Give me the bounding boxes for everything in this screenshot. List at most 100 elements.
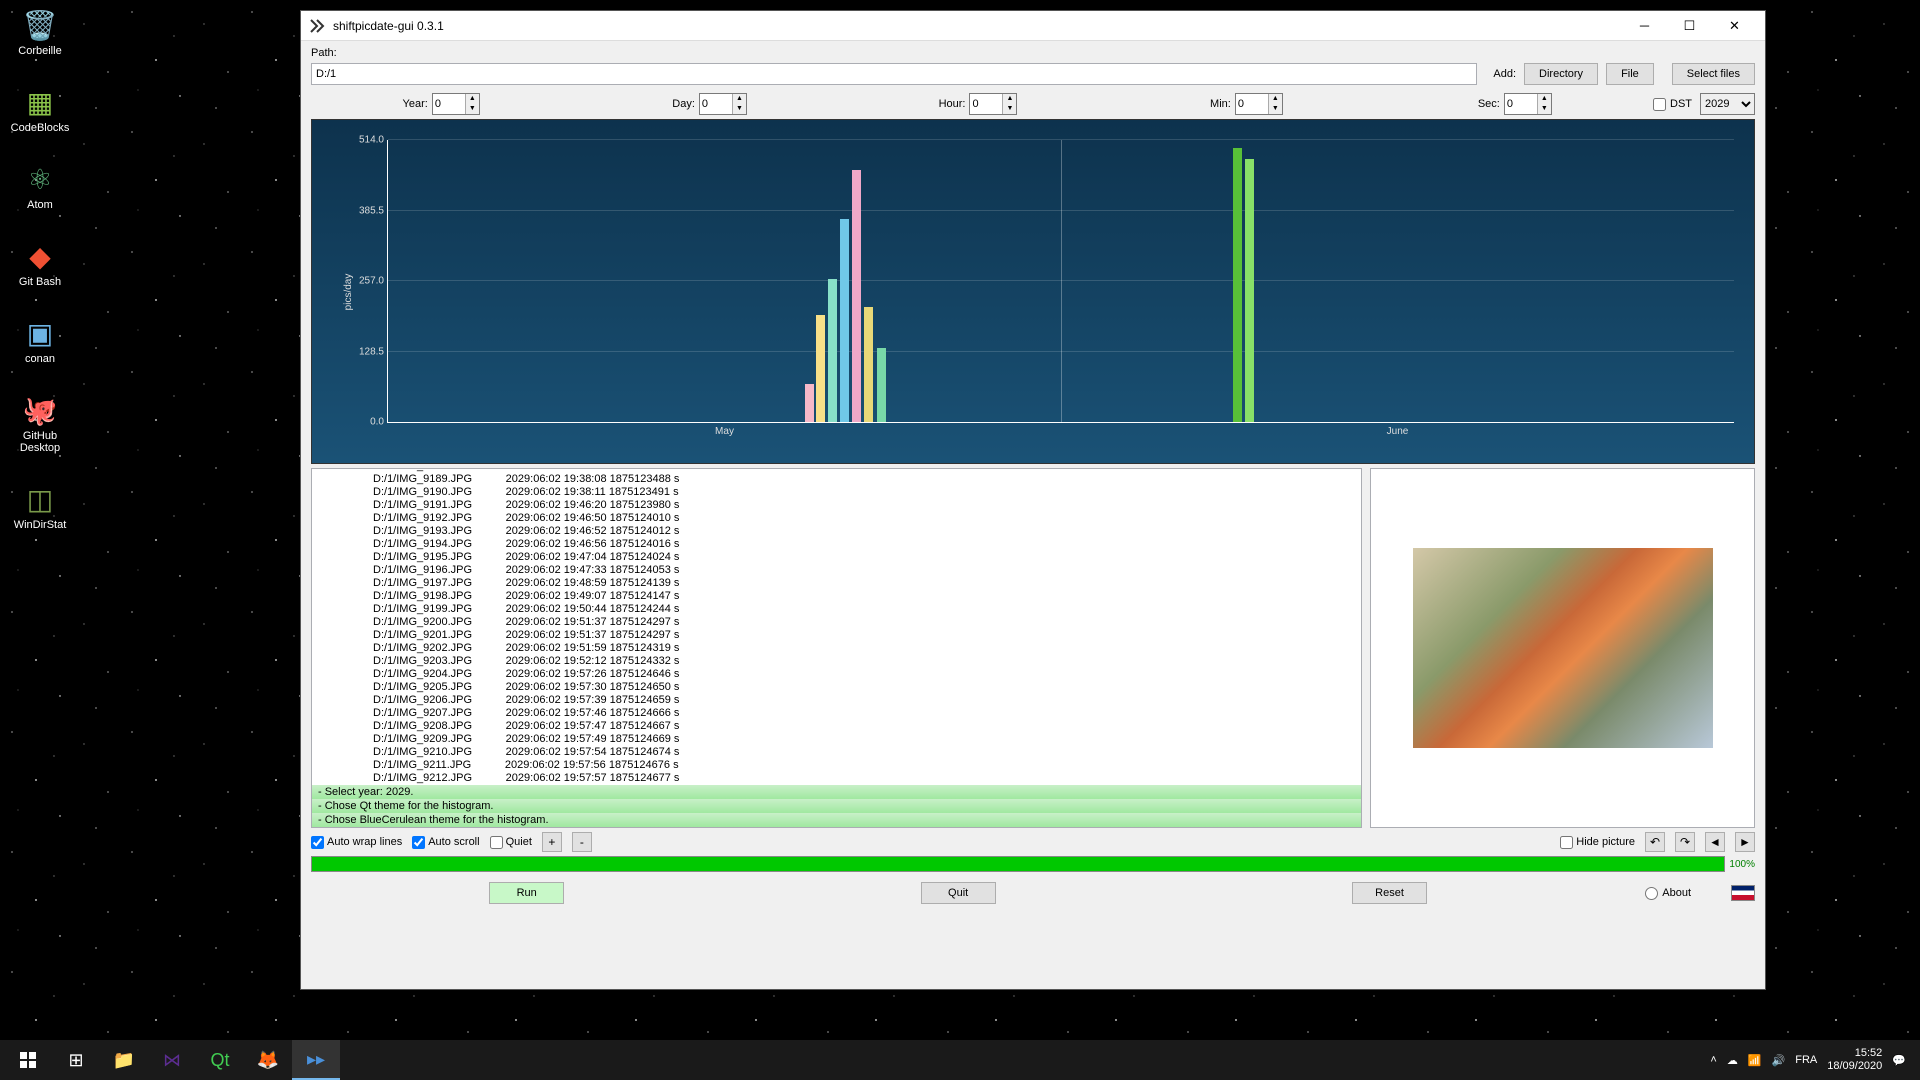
windirstat-icon: ◫ <box>20 479 60 519</box>
reset-button[interactable]: Reset <box>1352 882 1427 904</box>
minimize-button[interactable]: ─ <box>1622 11 1667 41</box>
auto-scroll-checkbox[interactable] <box>412 836 425 849</box>
preview-image <box>1413 548 1713 748</box>
file-button[interactable]: File <box>1606 63 1654 85</box>
min-label: Min: <box>1210 98 1231 110</box>
log-line: D:/1/IMG_9195.JPG 2029:06:02 19:47:04 18… <box>312 551 1361 564</box>
chart-bar <box>828 279 837 422</box>
window-title: shiftpicdate-gui 0.3.1 <box>333 19 1622 33</box>
codeblocks-icon: ▦ <box>20 82 60 122</box>
chart-bar <box>877 348 886 422</box>
next-image-button[interactable]: ► <box>1735 832 1755 852</box>
gitbash-icon: ◆ <box>20 236 60 276</box>
zoom-in-button[interactable]: + <box>542 832 562 852</box>
start-button[interactable] <box>4 1040 52 1080</box>
progress-percent: 100% <box>1729 859 1755 870</box>
log-line: D:/1/IMG_9209.JPG 2029:06:02 19:57:49 18… <box>312 733 1361 746</box>
desktop-icon-conan[interactable]: ▣conan <box>5 313 75 365</box>
day-spinner[interactable]: ▲▼ <box>699 93 747 115</box>
about-radio[interactable] <box>1645 887 1658 900</box>
close-button[interactable]: ✕ <box>1712 11 1757 41</box>
year-spinner[interactable]: ▲▼ <box>432 93 480 115</box>
year-select[interactable]: 2029 <box>1700 93 1755 115</box>
tray-wifi-icon[interactable]: 📶 <box>1748 1054 1762 1067</box>
desktop-icon-gitbash[interactable]: ◆Git Bash <box>5 236 75 288</box>
github-icon: 🐙 <box>20 390 60 430</box>
log-panel[interactable]: D:/1/IMG_9188.JPG 2029:06:02 19:38:08 18… <box>311 468 1362 828</box>
atom-icon: ⚛ <box>20 159 60 199</box>
app-window: shiftpicdate-gui 0.3.1 ─ ☐ ✕ Path: Add: … <box>300 10 1766 990</box>
min-spinner[interactable]: ▲▼ <box>1235 93 1283 115</box>
tray-onedrive-icon[interactable]: ☁ <box>1727 1054 1738 1067</box>
directory-button[interactable]: Directory <box>1524 63 1598 85</box>
log-line: D:/1/IMG_9205.JPG 2029:06:02 19:57:30 18… <box>312 681 1361 694</box>
rotate-right-button[interactable]: ↷ <box>1675 832 1695 852</box>
chart-xtick: June <box>1387 426 1409 437</box>
maximize-button[interactable]: ☐ <box>1667 11 1712 41</box>
taskbar-firefox-icon[interactable]: 🦊 <box>244 1040 292 1080</box>
run-button[interactable]: Run <box>489 882 564 904</box>
desktop-icon-atom[interactable]: ⚛Atom <box>5 159 75 211</box>
log-line: D:/1/IMG_9203.JPG 2029:06:02 19:52:12 18… <box>312 655 1361 668</box>
desktop-icon-github[interactable]: 🐙GitHub Desktop <box>5 390 75 454</box>
chart-bar <box>816 315 825 422</box>
chart-bar <box>1245 159 1254 422</box>
desktop-icon-corbeille[interactable]: 🗑️Corbeille <box>5 5 75 57</box>
spin-up-icon[interactable]: ▲ <box>465 94 479 104</box>
log-line: D:/1/IMG_9191.JPG 2029:06:02 19:46:20 18… <box>312 499 1361 512</box>
prev-image-button[interactable]: ◄ <box>1705 832 1725 852</box>
language-flag-icon[interactable] <box>1731 885 1755 901</box>
chart-bar <box>805 384 814 422</box>
tray-clock[interactable]: 15:52 18/09/2020 <box>1827 1047 1882 1073</box>
log-line: D:/1/IMG_9200.JPG 2029:06:02 19:51:37 18… <box>312 616 1361 629</box>
sec-spinner[interactable]: ▲▼ <box>1504 93 1552 115</box>
log-line: D:/1/IMG_9192.JPG 2029:06:02 19:46:50 18… <box>312 512 1361 525</box>
path-input[interactable] <box>311 63 1477 85</box>
taskbar-vscode-icon[interactable]: ⋈ <box>148 1040 196 1080</box>
taskbar-qt-icon[interactable]: Qt <box>196 1040 244 1080</box>
auto-wrap-checkbox[interactable] <box>311 836 324 849</box>
titlebar[interactable]: shiftpicdate-gui 0.3.1 ─ ☐ ✕ <box>301 11 1765 41</box>
log-line: D:/1/IMG_9189.JPG 2029:06:02 19:38:08 18… <box>312 473 1361 486</box>
log-line: D:/1/IMG_9190.JPG 2029:06:02 19:38:11 18… <box>312 486 1361 499</box>
log-line: D:/1/IMG_9212.JPG 2029:06:02 19:57:57 18… <box>312 772 1361 785</box>
histogram-chart: pics/day 0.0128.5257.0385.5514.0MayJune <box>311 119 1755 464</box>
chart-xtick: May <box>715 426 734 437</box>
taskbar-app-icon[interactable]: ▸▸ <box>292 1040 340 1080</box>
tray-notifications-icon[interactable]: 💬 <box>1892 1054 1906 1067</box>
chart-ytick: 257.0 <box>359 276 388 287</box>
progress-row: 100% <box>311 856 1755 872</box>
system-tray: ˄ ☁ 📶 🔊 FRA 15:52 18/09/2020 💬 <box>1710 1047 1916 1073</box>
taskbar: ⊞ 📁 ⋈ Qt 🦊 ▸▸ ˄ ☁ 📶 🔊 FRA 15:52 18/09/20… <box>0 1040 1920 1080</box>
tray-chevron-icon[interactable]: ˄ <box>1710 1054 1716 1066</box>
dst-checkbox[interactable] <box>1653 98 1666 111</box>
hide-picture-checkbox[interactable] <box>1560 836 1573 849</box>
tray-language[interactable]: FRA <box>1795 1054 1817 1066</box>
chart-ytick: 514.0 <box>359 135 388 146</box>
chart-bar <box>852 170 861 422</box>
preview-panel <box>1370 468 1755 828</box>
chart-ytick: 128.5 <box>359 346 388 357</box>
spin-down-icon[interactable]: ▼ <box>465 104 479 114</box>
tray-volume-icon[interactable]: 🔊 <box>1772 1054 1786 1067</box>
select-files-button[interactable]: Select files <box>1672 63 1755 85</box>
quit-button[interactable]: Quit <box>921 882 996 904</box>
log-line: D:/1/IMG_9204.JPG 2029:06:02 19:57:26 18… <box>312 668 1361 681</box>
rotate-left-button[interactable]: ↶ <box>1645 832 1665 852</box>
hour-spinner[interactable]: ▲▼ <box>969 93 1017 115</box>
bottom-row: Run Quit Reset About <box>311 876 1755 910</box>
path-row: Path: <box>311 47 1755 59</box>
log-line: D:/1/IMG_9202.JPG 2029:06:02 19:51:59 18… <box>312 642 1361 655</box>
desktop-icons: 🗑️Corbeille ▦CodeBlocks ⚛Atom ◆Git Bash … <box>5 5 75 531</box>
log-line: D:/1/IMG_9197.JPG 2029:06:02 19:48:59 18… <box>312 577 1361 590</box>
desktop-icon-windirstat[interactable]: ◫WinDirStat <box>5 479 75 531</box>
zoom-out-button[interactable]: - <box>572 832 592 852</box>
desktop-icon-codeblocks[interactable]: ▦CodeBlocks <box>5 82 75 134</box>
quiet-checkbox[interactable] <box>490 836 503 849</box>
conan-icon: ▣ <box>20 313 60 353</box>
chart-ylabel: pics/day <box>343 273 354 310</box>
taskbar-explorer-icon[interactable]: 📁 <box>100 1040 148 1080</box>
log-line: D:/1/IMG_9193.JPG 2029:06:02 19:46:52 18… <box>312 525 1361 538</box>
chart-bar <box>1233 148 1242 422</box>
task-view-button[interactable]: ⊞ <box>52 1040 100 1080</box>
